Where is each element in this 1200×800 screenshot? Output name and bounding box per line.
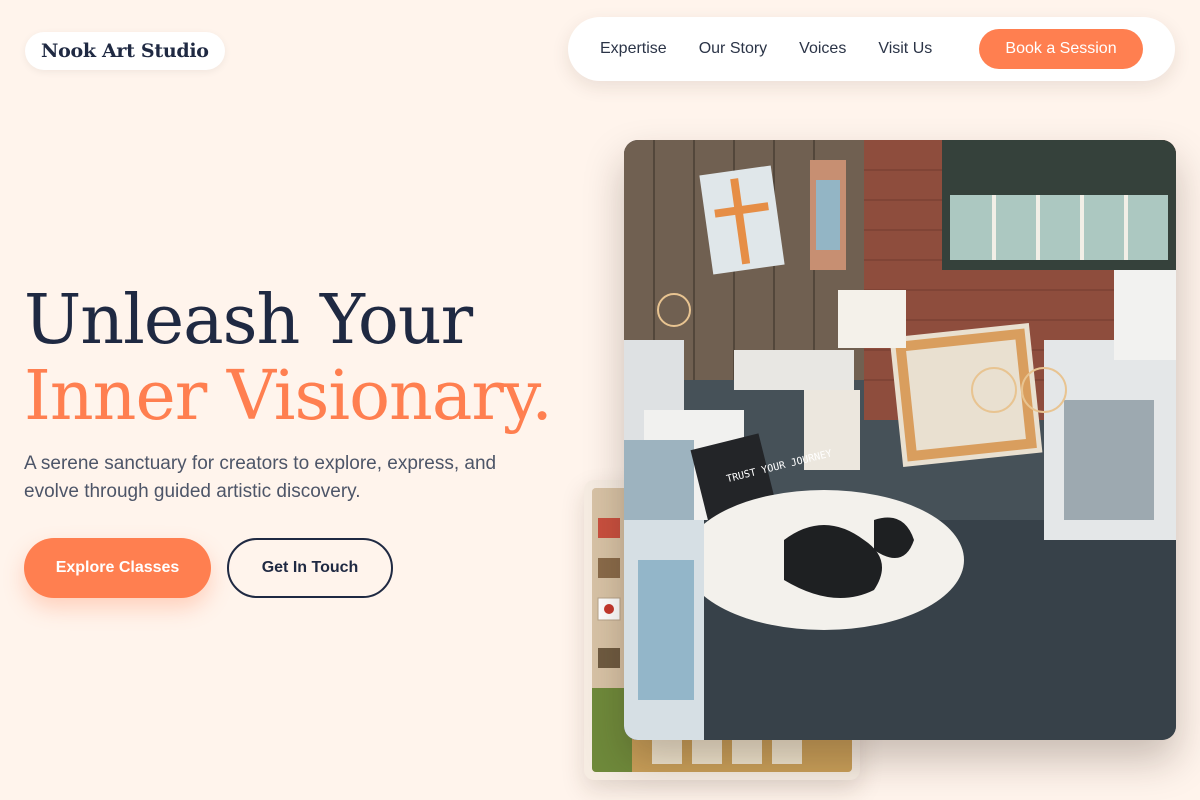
brand-name: Nook Art Studio — [41, 40, 209, 62]
main-nav: Expertise Our Story Voices Visit Us Book… — [568, 17, 1175, 81]
hero-heading-line2: Inner Visionary. — [24, 357, 553, 436]
explore-classes-button[interactable]: Explore Classes — [24, 538, 211, 598]
nav-link-our-story[interactable]: Our Story — [699, 40, 767, 58]
main-studio-photo: TRUST YOUR JOURNEY — [624, 140, 1176, 740]
brand-logo[interactable]: Nook Art Studio — [25, 32, 225, 70]
hero-heading-line1: Unleash Your — [24, 281, 473, 360]
nav-link-expertise[interactable]: Expertise — [600, 40, 667, 58]
book-session-button[interactable]: Book a Session — [979, 29, 1143, 69]
get-in-touch-button[interactable]: Get In Touch — [227, 538, 393, 598]
nav-link-visit-us[interactable]: Visit Us — [878, 40, 932, 58]
nav-link-voices[interactable]: Voices — [799, 40, 846, 58]
hero-subtitle: A serene sanctuary for creators to explo… — [24, 453, 497, 502]
hero-heading: Unleash Your Inner Visionary. — [24, 281, 553, 436]
